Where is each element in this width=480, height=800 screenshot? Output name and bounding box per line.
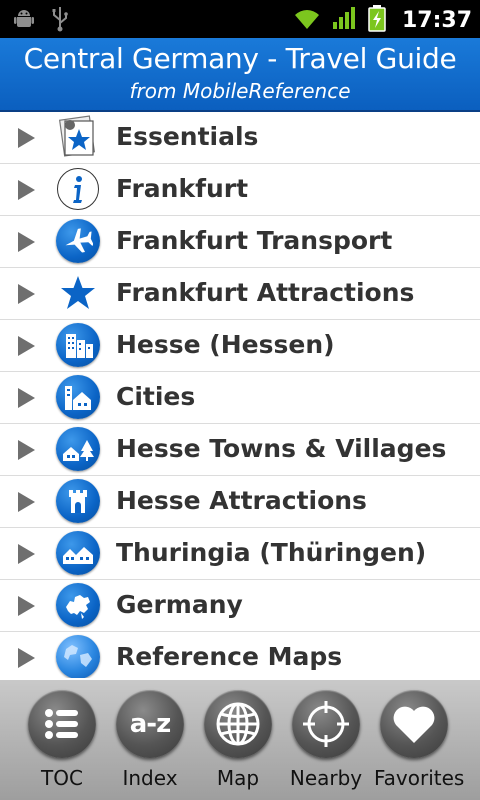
tab-label: Favorites — [374, 766, 465, 790]
tab-toc[interactable]: TOC — [22, 686, 102, 798]
signal-icon — [332, 5, 358, 35]
info-icon — [57, 168, 99, 210]
tab-label: Index — [122, 766, 178, 790]
expand-arrow-icon[interactable] — [18, 544, 35, 564]
expand-arrow-icon[interactable] — [18, 128, 35, 148]
tab-label: TOC — [41, 766, 83, 790]
list-item-hesse[interactable]: Hesse (Hessen) — [0, 320, 480, 372]
list-item-label: Reference Maps — [116, 642, 343, 671]
star-icon — [56, 271, 100, 315]
globe-icon — [56, 635, 100, 678]
list-item-frankfurt[interactable]: Frankfurt — [0, 164, 480, 216]
expand-arrow-icon[interactable] — [18, 180, 35, 200]
app-header: Central Germany - Travel Guide from Mobi… — [0, 38, 480, 112]
bottom-tab-bar: TOC a-z Index Map Nearby Favorites — [0, 680, 480, 800]
usb-icon — [50, 6, 70, 36]
list-item-label: Essentials — [116, 122, 259, 151]
list-item-label: Frankfurt Transport — [116, 226, 393, 255]
tab-index[interactable]: a-z Index — [110, 686, 190, 798]
list-item-reference-maps[interactable]: Reference Maps — [0, 632, 480, 678]
tab-favorites[interactable]: Favorites — [374, 686, 465, 798]
list-item-label: Cities — [116, 382, 196, 411]
buildings-icon — [56, 323, 100, 367]
list-item-label: Hesse Towns & Villages — [116, 434, 447, 463]
heart-icon[interactable] — [380, 690, 448, 758]
tab-nearby[interactable]: Nearby — [286, 686, 366, 798]
list-item-cities[interactable]: Cities — [0, 372, 480, 424]
tab-label: Nearby — [289, 766, 363, 790]
list-item-label: Thuringia (Thüringen) — [116, 538, 427, 567]
list-item-label: Hesse Attractions — [116, 486, 367, 515]
android-debug-icon — [12, 7, 36, 35]
list-item-essentials[interactable]: Essentials — [0, 112, 480, 164]
expand-arrow-icon[interactable] — [18, 648, 35, 668]
houses-icon — [56, 531, 100, 575]
essentials-star-icon — [56, 115, 100, 159]
expand-arrow-icon[interactable] — [18, 440, 35, 460]
tab-map[interactable]: Map — [198, 686, 278, 798]
clock: 17:37 — [401, 7, 472, 33]
a-z-glyph: a-z — [129, 709, 171, 739]
expand-arrow-icon[interactable] — [18, 492, 35, 512]
list-item-frankfurt-transport[interactable]: Frankfurt Transport — [0, 216, 480, 268]
wifi-icon — [292, 5, 322, 35]
expand-arrow-icon[interactable] — [18, 596, 35, 616]
toc-list[interactable]: Essentials Frankfurt Frankfurt Transport… — [0, 112, 480, 678]
tab-label: Map — [216, 766, 260, 790]
village-icon — [56, 427, 100, 471]
list-item-label: Hesse (Hessen) — [116, 330, 335, 359]
list-item-hesse-towns-villages[interactable]: Hesse Towns & Villages — [0, 424, 480, 476]
list-item-frankfurt-attractions[interactable]: Frankfurt Attractions — [0, 268, 480, 320]
europe-map-icon — [56, 583, 100, 627]
globe-grid-icon[interactable] — [204, 690, 272, 758]
list-item-label: Germany — [116, 590, 243, 619]
list-item-germany[interactable]: Germany — [0, 580, 480, 632]
page-subtitle: from MobileReference — [129, 79, 351, 103]
airplane-icon — [56, 219, 100, 263]
crosshair-icon[interactable] — [292, 690, 360, 758]
castle-icon — [56, 479, 100, 523]
expand-arrow-icon[interactable] — [18, 388, 35, 408]
city-icon — [56, 375, 100, 419]
list-item-thuringia[interactable]: Thuringia (Thüringen) — [0, 528, 480, 580]
list-icon[interactable] — [28, 690, 96, 758]
expand-arrow-icon[interactable] — [18, 284, 35, 304]
expand-arrow-icon[interactable] — [18, 336, 35, 356]
list-item-label: Frankfurt — [116, 174, 249, 203]
battery-charging-icon — [368, 4, 386, 36]
status-bar: 17:37 — [0, 0, 480, 38]
list-item-hesse-attractions[interactable]: Hesse Attractions — [0, 476, 480, 528]
a-z-icon[interactable]: a-z — [116, 690, 184, 758]
expand-arrow-icon[interactable] — [18, 232, 35, 252]
page-title: Central Germany - Travel Guide — [23, 42, 457, 75]
list-item-label: Frankfurt Attractions — [116, 278, 415, 307]
